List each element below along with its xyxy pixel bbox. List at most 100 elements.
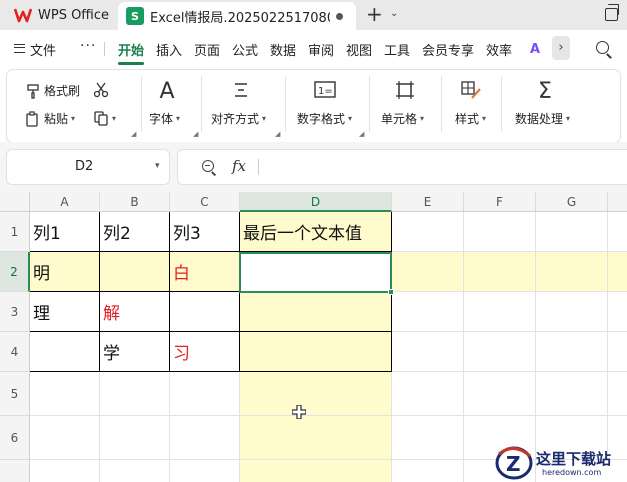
cell-h3[interactable] (608, 292, 627, 332)
formula-input[interactable]: fx (178, 150, 627, 184)
cell-f3[interactable] (464, 292, 536, 332)
zoom-out-icon[interactable] (202, 160, 214, 172)
cell-g1[interactable] (536, 212, 608, 252)
row-header-6[interactable]: 6 (0, 416, 30, 460)
cell-d3[interactable] (240, 292, 392, 332)
cell-d7[interactable] (240, 460, 392, 482)
menu-data[interactable]: 数据 (270, 40, 296, 59)
cell-h1[interactable] (608, 212, 627, 252)
cell-g3[interactable] (536, 292, 608, 332)
chevron-down-icon[interactable]: ▾ (155, 161, 160, 171)
cell-d4[interactable] (240, 332, 392, 372)
dialog-launcher-icon[interactable]: ◢ (131, 130, 136, 138)
cell-f1[interactable] (464, 212, 536, 252)
dialog-launcher-icon[interactable]: ◢ (193, 130, 198, 138)
cell-a4[interactable] (30, 332, 100, 372)
fill-handle[interactable] (388, 289, 394, 295)
cell-e3[interactable] (392, 292, 464, 332)
row-header-5[interactable]: 5 (0, 372, 30, 416)
column-header-c[interactable]: C (170, 192, 240, 212)
column-header-f[interactable]: F (464, 192, 536, 212)
document-tab[interactable]: S Excel情报局.2025022517080013 (118, 2, 356, 30)
cell-c1[interactable]: 列3 (170, 212, 240, 252)
cell-e5[interactable] (392, 372, 464, 416)
cell-g2[interactable] (536, 252, 608, 292)
align-button[interactable]: 对齐方式 ▾ (211, 110, 266, 127)
cell-b4[interactable]: 学 (100, 332, 170, 372)
data-process-button[interactable]: 数据处理 ▾ (515, 110, 570, 127)
menu-home[interactable]: 开始 (118, 40, 144, 59)
cell-d2[interactable] (240, 252, 392, 292)
cell-a2[interactable]: 明 (30, 252, 100, 292)
cell-b1[interactable]: 列2 (100, 212, 170, 252)
cell-b7[interactable] (100, 460, 170, 482)
menu-member[interactable]: 会员专享 (422, 40, 474, 59)
row-header-3[interactable]: 3 (0, 292, 30, 332)
menu-file[interactable]: 文件 (30, 40, 56, 59)
cell-c4[interactable]: 习 (170, 332, 240, 372)
cell-c6[interactable] (170, 416, 240, 460)
cell-d5[interactable] (240, 372, 392, 416)
copy-button[interactable]: ▾ (93, 110, 116, 126)
select-all-corner[interactable] (0, 192, 30, 212)
cell-a6[interactable] (30, 416, 100, 460)
cell-g5[interactable] (536, 372, 608, 416)
number-format-button[interactable]: 数字格式 ▾ (297, 110, 352, 127)
font-button[interactable]: 字体 ▾ (149, 110, 180, 127)
column-header-h[interactable] (608, 192, 627, 212)
search-icon[interactable] (596, 41, 609, 54)
cell-a7[interactable] (30, 460, 100, 482)
menu-tools[interactable]: 工具 (384, 40, 410, 59)
cell-b3[interactable]: 解 (100, 292, 170, 332)
window-restore-icon[interactable] (605, 4, 619, 21)
fx-icon[interactable]: fx (232, 157, 246, 175)
cell-f5[interactable] (464, 372, 536, 416)
cell-e4[interactable] (392, 332, 464, 372)
column-header-d[interactable]: D (240, 192, 392, 212)
row-header-2[interactable]: 2 (0, 252, 30, 292)
cell-c2[interactable]: 白 (170, 252, 240, 292)
cell-h4[interactable] (608, 332, 627, 372)
menu-page[interactable]: 页面 (194, 40, 220, 59)
cell-button[interactable]: 单元格 ▾ (381, 110, 424, 127)
cell-a1[interactable]: 列1 (30, 212, 100, 252)
cell-e1[interactable] (392, 212, 464, 252)
cell-a3[interactable]: 理 (30, 292, 100, 332)
cell-c5[interactable] (170, 372, 240, 416)
menu-formula[interactable]: 公式 (232, 40, 258, 59)
cell-f4[interactable] (464, 332, 536, 372)
column-header-a[interactable]: A (30, 192, 100, 212)
style-button[interactable]: 样式 ▾ (455, 110, 486, 127)
cell-g4[interactable] (536, 332, 608, 372)
cell-f2[interactable] (464, 252, 536, 292)
dialog-launcher-icon[interactable]: ◢ (359, 130, 364, 138)
row-header-7[interactable] (0, 460, 30, 482)
cell-c7[interactable] (170, 460, 240, 482)
cell-c3[interactable] (170, 292, 240, 332)
chevron-down-icon[interactable]: ⌄ (390, 8, 398, 19)
column-header-e[interactable]: E (392, 192, 464, 212)
format-painter-button[interactable]: 格式刷 (25, 82, 80, 99)
cell-b6[interactable] (100, 416, 170, 460)
cell-a5[interactable] (30, 372, 100, 416)
cell-d6[interactable] (240, 416, 392, 460)
hamburger-menu-icon[interactable] (14, 44, 25, 53)
more-dots-icon[interactable]: ··· (80, 38, 96, 54)
menu-view[interactable]: 视图 (346, 40, 372, 59)
ai-assistant-icon[interactable]: A (530, 42, 540, 57)
name-box[interactable]: D2 ▾ (7, 150, 169, 184)
cell-d1[interactable]: 最后一个文本值 (240, 212, 392, 252)
dialog-launcher-icon[interactable]: ◢ (275, 130, 280, 138)
row-header-4[interactable]: 4 (0, 332, 30, 372)
menu-scroll-right-button[interactable]: › (552, 36, 570, 60)
paste-button[interactable]: 粘贴 ▾ (25, 110, 75, 127)
menu-insert[interactable]: 插入 (156, 40, 182, 59)
unsaved-dot-icon[interactable] (336, 12, 343, 20)
cell-e6[interactable] (392, 416, 464, 460)
cut-button[interactable] (93, 82, 109, 98)
column-header-g[interactable]: G (536, 192, 608, 212)
cell-e2[interactable] (392, 252, 464, 292)
cell-b2[interactable] (100, 252, 170, 292)
cell-h2[interactable] (608, 252, 627, 292)
cell-e7[interactable] (392, 460, 464, 482)
